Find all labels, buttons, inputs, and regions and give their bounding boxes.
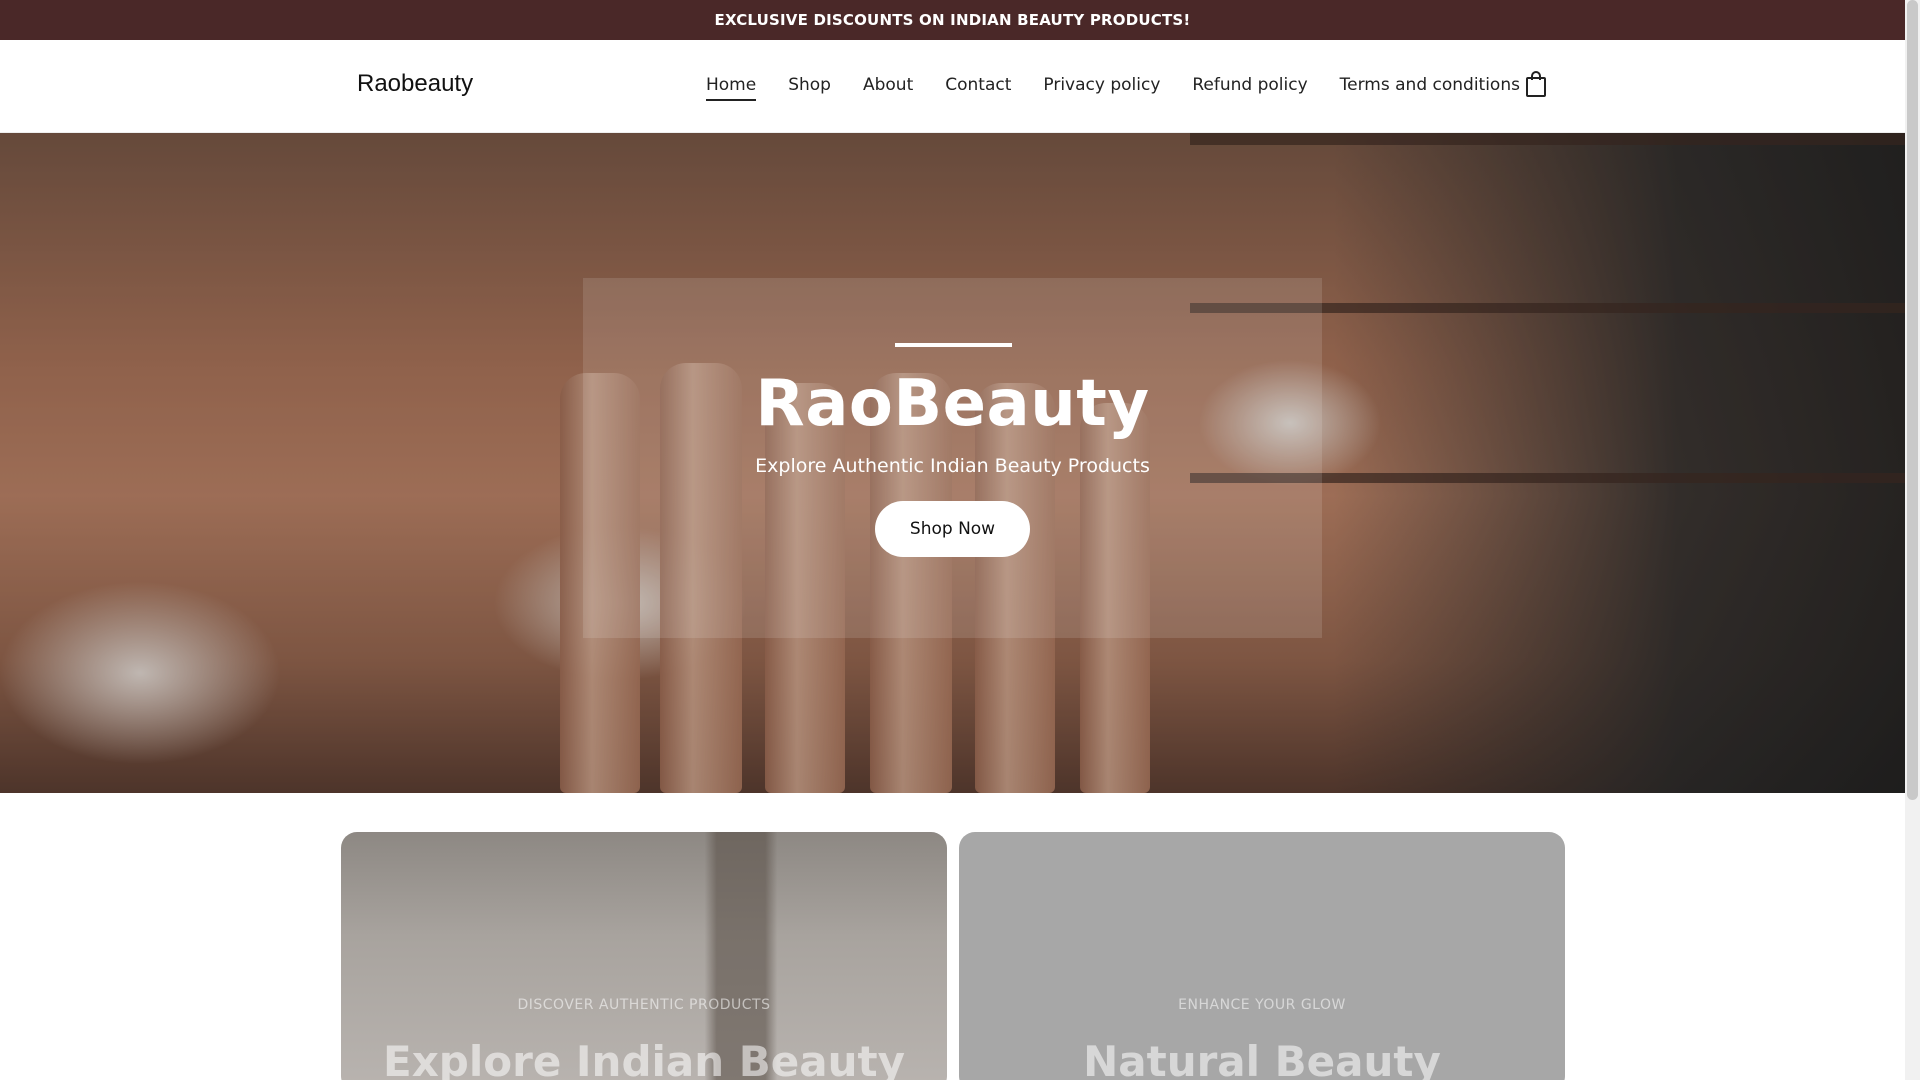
page-scrollbar[interactable] (1905, 0, 1920, 1080)
promo-card-explore[interactable]: DISCOVER AUTHENTIC PRODUCTS Explore Indi… (341, 832, 947, 1080)
nav-shop[interactable]: Shop (788, 75, 831, 101)
main-nav: Home Shop About Contact Privacy policy R… (706, 75, 1520, 101)
promo-eyebrow: ENHANCE YOUR GLOW (1178, 997, 1346, 1013)
hero-banner: RaoBeauty Explore Authentic Indian Beaut… (0, 133, 1905, 793)
nav-privacy-policy[interactable]: Privacy policy (1043, 75, 1160, 101)
hero-title: RaoBeauty (755, 367, 1150, 441)
announcement-text: EXCLUSIVE DISCOUNTS ON INDIAN BEAUTY PRO… (714, 11, 1191, 29)
scrollbar-thumb[interactable] (1907, 0, 1918, 800)
page: EXCLUSIVE DISCOUNTS ON INDIAN BEAUTY PRO… (0, 0, 1905, 1080)
site-header: Raobeauty Home Shop About Contact Privac… (0, 40, 1905, 133)
nav-contact[interactable]: Contact (945, 75, 1011, 101)
hero-subtitle: Explore Authentic Indian Beauty Products (755, 455, 1150, 477)
promo-cards: DISCOVER AUTHENTIC PRODUCTS Explore Indi… (341, 832, 1565, 1080)
promo-card-natural[interactable]: ENHANCE YOUR GLOW Natural Beauty (959, 832, 1565, 1080)
announcement-bar: EXCLUSIVE DISCOUNTS ON INDIAN BEAUTY PRO… (0, 0, 1905, 40)
shop-now-button[interactable]: Shop Now (875, 501, 1030, 557)
nav-refund-policy[interactable]: Refund policy (1192, 75, 1307, 101)
promo-heading: Explore Indian Beauty (383, 1037, 905, 1080)
nav-terms-and-conditions[interactable]: Terms and conditions (1340, 75, 1520, 101)
hero-divider (895, 343, 1012, 347)
nav-about[interactable]: About (863, 75, 913, 101)
site-logo[interactable]: Raobeauty (357, 70, 473, 98)
promo-eyebrow: DISCOVER AUTHENTIC PRODUCTS (517, 997, 771, 1013)
nav-home[interactable]: Home (706, 75, 757, 101)
shopping-bag-icon[interactable] (1524, 70, 1548, 98)
promo-heading: Natural Beauty (1083, 1037, 1441, 1080)
